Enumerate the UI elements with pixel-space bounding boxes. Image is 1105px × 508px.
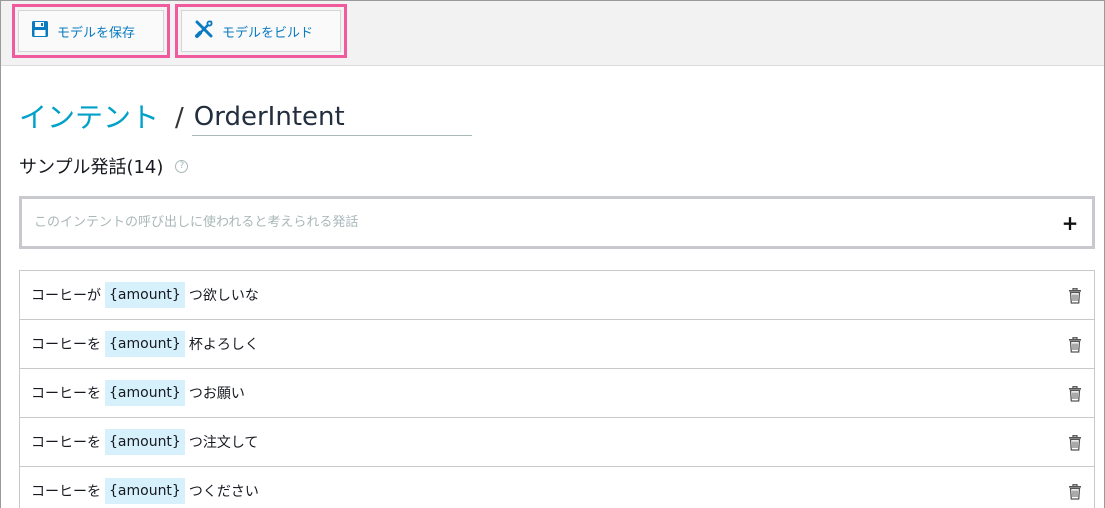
trash-icon[interactable] [1068, 385, 1082, 402]
utterance-text-before: コーヒーを [31, 386, 101, 402]
breadcrumb-separator: / [175, 103, 184, 133]
utterance-input-box: + [19, 196, 1095, 249]
utterance-text-after: つお願い [188, 386, 245, 402]
utterance-input[interactable] [22, 199, 1048, 246]
utterance-text-after: つください [188, 484, 259, 500]
utterance-list: コーヒーが {amount} つ欲しいな コーヒーを {amount} 杯よろし… [19, 270, 1095, 508]
slot-tag[interactable]: {amount} [105, 380, 185, 406]
utterance-text-after: 杯よろしく [188, 337, 259, 353]
slot-tag[interactable]: {amount} [105, 282, 185, 308]
toolbar: モデルを保存 モデルをビルド [1, 1, 1104, 66]
trash-icon[interactable] [1068, 287, 1082, 304]
build-model-button-highlight: モデルをビルド [175, 4, 347, 58]
section-title: サンプル発話(14) [19, 157, 164, 178]
trash-icon[interactable] [1068, 434, 1082, 451]
intent-name-input[interactable] [191, 98, 472, 136]
save-model-button[interactable]: モデルを保存 [18, 10, 164, 52]
utterance-text-after: つ注文して [188, 435, 259, 451]
utterance-row[interactable]: コーヒーが {amount} つ欲しいな [20, 271, 1094, 320]
slot-tag[interactable]: {amount} [105, 429, 185, 455]
help-icon[interactable]: ? [175, 159, 189, 173]
save-model-button-highlight: モデルを保存 [12, 4, 170, 58]
tools-icon [194, 19, 214, 43]
build-model-button[interactable]: モデルをビルド [181, 10, 341, 52]
utterance-text-before: コーヒーを [31, 435, 101, 451]
utterance-text-after: つ欲しいな [188, 288, 259, 304]
utterance-text-before: コーヒーを [31, 337, 101, 353]
utterance-row[interactable]: コーヒーを {amount} つお願い [20, 369, 1094, 418]
utterance-row[interactable]: コーヒーを {amount} つください [20, 467, 1094, 508]
trash-icon[interactable] [1068, 483, 1082, 500]
trash-icon[interactable] [1068, 336, 1082, 353]
save-model-label: モデルを保存 [57, 25, 136, 41]
slot-tag[interactable]: {amount} [105, 331, 185, 357]
utterance-row[interactable]: コーヒーを {amount} つ注文して [20, 418, 1094, 467]
page-title: インテント / [19, 96, 472, 136]
utterance-row[interactable]: コーヒーを {amount} 杯よろしく [20, 320, 1094, 369]
utterance-text-before: コーヒーが [31, 288, 101, 304]
build-model-label: モデルをビルド [222, 25, 314, 41]
add-utterance-button[interactable]: + [1048, 199, 1092, 246]
slot-tag[interactable]: {amount} [105, 478, 185, 504]
sample-utterances-header: サンプル発話(14) ? [19, 153, 189, 179]
utterance-text-before: コーヒーを [31, 484, 101, 500]
floppy-disk-icon [31, 20, 49, 42]
breadcrumb-intents[interactable]: インテント [19, 100, 159, 136]
